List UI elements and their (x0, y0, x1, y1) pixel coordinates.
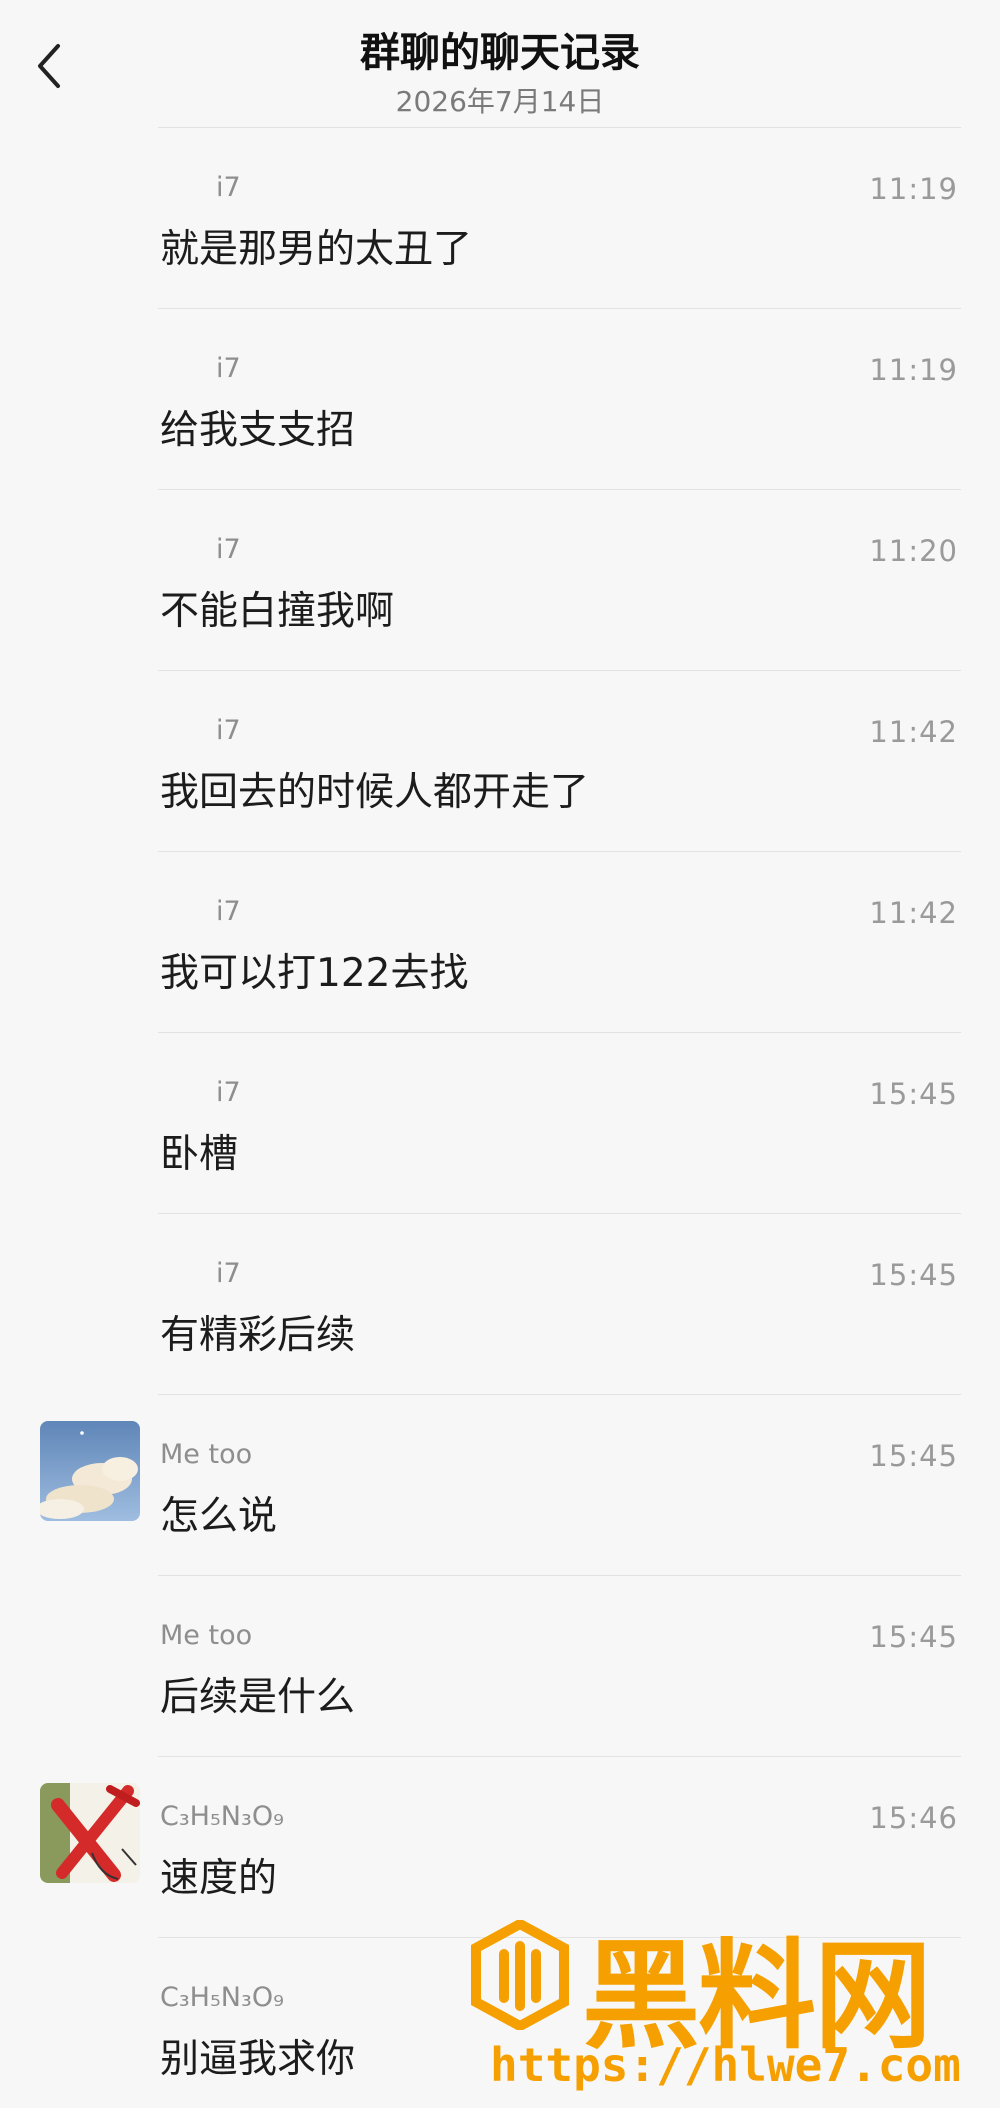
message-time: 15:45 (869, 1439, 958, 1473)
message-text: 别逼我求你 (160, 2037, 356, 2082)
message-text: 我回去的时候人都开走了 (160, 770, 590, 815)
message-sender: Me too (160, 1439, 253, 1470)
message-item[interactable]: i7 11:42 我可以打122去找 (0, 852, 1000, 1033)
message-text: 后续是什么 (160, 1675, 356, 1720)
message-sender: i7 (216, 534, 241, 565)
message-item[interactable]: i7 11:20 不能白撞我啊 (0, 490, 1000, 671)
message-item[interactable]: Me too 15:45 后续是什么 (0, 1576, 1000, 1757)
message-sender: C₃H₅N₃O₉ (160, 1801, 284, 1832)
chat-date: 2026年7月14日 (395, 85, 605, 118)
message-sender: i7 (216, 1258, 241, 1289)
message-item[interactable]: i7 11:19 给我支支招 (0, 309, 1000, 490)
message-item[interactable]: C₃H₅N₃O₉ 别逼我求你 (0, 1938, 1000, 2108)
avatar[interactable] (40, 1421, 140, 1521)
message-sender: i7 (216, 172, 241, 203)
message-time: 15:45 (869, 1620, 958, 1654)
message-text: 不能白撞我啊 (160, 589, 395, 634)
message-time: 11:42 (869, 715, 958, 749)
message-text: 速度的 (160, 1856, 278, 1901)
message-text: 怎么说 (160, 1494, 278, 1539)
message-text: 有精彩后续 (160, 1313, 356, 1358)
message-text: 卧槽 (160, 1132, 239, 1177)
message-time: 15:45 (869, 1077, 958, 1111)
message-item[interactable]: i7 11:42 我回去的时候人都开走了 (0, 671, 1000, 852)
message-time: 11:19 (869, 172, 958, 206)
message-item[interactable]: i7 11:19 就是那男的太丑了 (0, 128, 1000, 309)
message-sender: i7 (216, 715, 241, 746)
message-text: 给我支支招 (160, 408, 356, 453)
message-sender: i7 (216, 896, 241, 927)
message-time: 11:42 (869, 896, 958, 930)
message-time: 11:20 (869, 534, 958, 568)
header-bar: 群聊的聊天记录 2026年7月14日 (0, 0, 1000, 128)
message-item[interactable]: Me too 15:45 怎么说 (0, 1395, 1000, 1576)
message-sender: Me too (160, 1620, 253, 1651)
message-text: 就是那男的太丑了 (160, 227, 473, 272)
message-sender: i7 (216, 353, 241, 384)
message-time: 15:46 (869, 1801, 958, 1835)
message-item[interactable]: i7 15:45 有精彩后续 (0, 1214, 1000, 1395)
message-time: 11:19 (869, 353, 958, 387)
message-text: 我可以打122去找 (160, 951, 469, 996)
message-sender: i7 (216, 1077, 241, 1108)
message-sender: C₃H₅N₃O₉ (160, 1982, 284, 2013)
message-time: 15:45 (869, 1258, 958, 1292)
message-item[interactable]: C₃H₅N₃O₉ 15:46 速度的 (0, 1757, 1000, 1938)
sky-clouds-avatar-icon (40, 1421, 140, 1521)
message-item[interactable]: i7 15:45 卧槽 (0, 1033, 1000, 1214)
page-title: 群聊的聊天记录 (360, 30, 640, 76)
red-x-drawing-avatar-icon (40, 1783, 140, 1883)
avatar[interactable] (40, 1783, 140, 1883)
